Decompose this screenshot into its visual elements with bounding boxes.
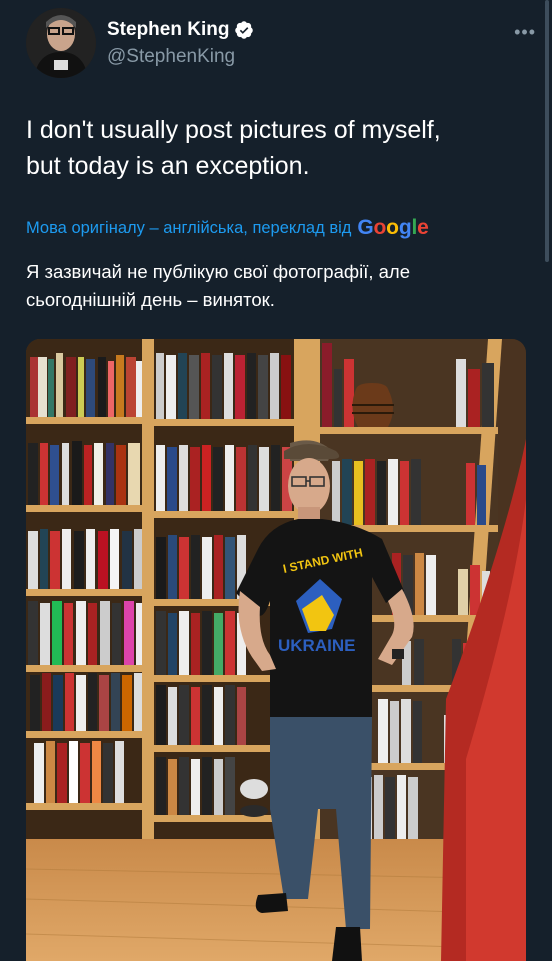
translated-text-line-2: сьогоднішній день – виняток.	[26, 289, 275, 310]
tweet-text-line-2: but today is an exception.	[26, 152, 310, 180]
author-avatar[interactable]	[26, 8, 96, 78]
translated-text: Я зазвичай не публікую свої фотографії, …	[26, 258, 526, 314]
translation-notice[interactable]: Мова оригіналу – англійська, переклад ві…	[26, 214, 526, 242]
right-shoe	[332, 927, 362, 961]
author-handle[interactable]: @StephenKing	[107, 46, 235, 68]
watch	[392, 649, 404, 659]
avatar-image	[26, 8, 96, 78]
tweet-photo[interactable]: I STAND WITH UKRAINE	[26, 339, 526, 961]
left-shoe	[255, 893, 288, 913]
author-name[interactable]: Stephen King	[107, 19, 229, 41]
scrollbar-thumb[interactable]	[545, 0, 549, 262]
shirt-text-bottom: UKRAINE	[278, 636, 355, 655]
tweet-header: Stephen King @StephenKing •••	[26, 8, 536, 78]
tweet-text-line-1: I don't usually post pictures of myself,	[26, 116, 441, 144]
author-name-row: Stephen King	[107, 19, 254, 41]
tweet-text: I don't usually post pictures of myself,…	[26, 112, 526, 184]
translation-notice-text: Мова оригіналу – англійська, переклад ві…	[26, 218, 352, 237]
google-logo: Google	[357, 216, 429, 239]
verified-badge-icon	[235, 21, 254, 39]
translated-text-line-1: Я зазвичай не публікую свої фотографії, …	[26, 261, 411, 282]
bookshelf-photo: I STAND WITH UKRAINE	[26, 339, 526, 961]
more-options-button[interactable]: •••	[514, 22, 536, 43]
vase-decor	[352, 383, 394, 427]
